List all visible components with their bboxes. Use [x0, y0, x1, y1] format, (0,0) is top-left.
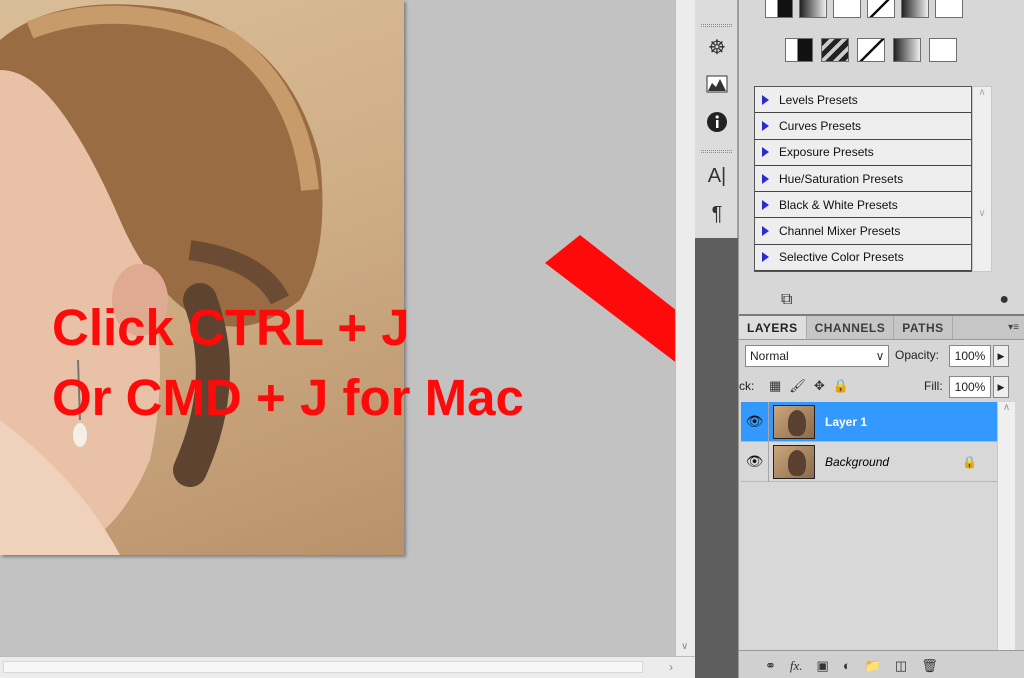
selective-color-icon[interactable]: [929, 38, 957, 62]
tab-layers[interactable]: LAYERS: [739, 316, 807, 339]
posterize-icon[interactable]: [821, 38, 849, 62]
adjustment-icons-row-2: [785, 38, 957, 62]
layer-name: Layer 1: [825, 414, 868, 429]
exposure-icon[interactable]: [867, 0, 895, 18]
layer-thumbnail: [773, 444, 815, 479]
layers-panel: LAYERS CHANNELS PATHS ▾≡ Normal ∨ Opacit…: [739, 314, 1024, 678]
fill-label: Fill:: [924, 379, 943, 393]
layer-thumbnail: [773, 404, 815, 439]
dock-divider: [701, 24, 732, 27]
blend-mode-select[interactable]: Normal ∨: [745, 345, 889, 367]
instruction-text-line-2: Or CMD + J for Mac: [52, 369, 524, 426]
lock-icon: 🔒: [962, 454, 977, 469]
group-icon[interactable]: 📁: [865, 658, 881, 674]
curves-icon[interactable]: [799, 0, 827, 18]
canvas-vertical-scrollbar[interactable]: ∨: [675, 0, 695, 656]
lock-all-icon[interactable]: 🔒: [833, 378, 849, 394]
preset-item[interactable]: Black & White Presets: [755, 192, 971, 219]
lock-options: ▦ 🖌 ✥ 🔒: [769, 378, 849, 394]
layer-name: Background: [825, 454, 890, 469]
photo-image: [0, 0, 404, 555]
panel-dock: ☸ A| ¶: [695, 0, 738, 678]
preset-label: Black & White Presets: [779, 197, 898, 212]
adjustments-footer: ⧉ ●: [739, 288, 1024, 312]
character-icon[interactable]: A|: [703, 162, 731, 190]
balance-icon[interactable]: [833, 0, 861, 18]
expand-triangle-icon: [762, 147, 769, 158]
clip-icon[interactable]: ⧉: [781, 291, 792, 309]
camera-icon[interactable]: [901, 0, 929, 18]
blend-mode-value: Normal: [750, 349, 789, 363]
adjustment-icon[interactable]: ◐: [843, 658, 851, 673]
layer-row-background[interactable]: 👁 Background 🔒: [741, 441, 997, 482]
preset-item[interactable]: Channel Mixer Presets: [755, 218, 971, 245]
presets-scrollbar[interactable]: ∧ ∨: [972, 86, 992, 272]
lock-label: ck:: [739, 379, 755, 393]
threshold-icon[interactable]: [857, 38, 885, 62]
visibility-toggle-icon[interactable]: ●: [999, 291, 1009, 309]
layers-footer: ⚭ fx. ▣ ◐ 📁 ◫ 🗑: [739, 650, 1024, 678]
preset-item[interactable]: Selective Color Presets: [755, 244, 971, 272]
preset-label: Exposure Presets: [779, 145, 874, 160]
expand-triangle-icon: [762, 226, 769, 237]
right-panel-column: Levels Presets Curves Presets Exposure P…: [738, 0, 1024, 678]
gradient-map-icon[interactable]: [893, 38, 921, 62]
opacity-input[interactable]: 100%: [949, 345, 991, 367]
expand-triangle-icon: [762, 120, 769, 131]
instruction-text-line-1: Click CTRL + J: [52, 299, 410, 356]
levels-icon[interactable]: [765, 0, 793, 18]
eye-icon[interactable]: 👁: [741, 401, 769, 442]
expand-triangle-icon: [762, 199, 769, 210]
scroll-thumb[interactable]: [3, 661, 643, 673]
canvas-horizontal-scrollbar[interactable]: ›: [0, 656, 695, 678]
lock-position-icon[interactable]: ✥: [814, 378, 825, 394]
fill-input[interactable]: 100%: [949, 376, 991, 398]
preset-item[interactable]: Hue/Saturation Presets: [755, 165, 971, 193]
expand-triangle-icon: [762, 173, 769, 184]
invert-icon[interactable]: [785, 38, 813, 62]
preset-item[interactable]: Exposure Presets: [755, 139, 971, 166]
document-canvas[interactable]: Click CTRL + J Or CMD + J for Mac: [0, 0, 772, 656]
fill-slider-button[interactable]: ▶: [993, 376, 1009, 398]
histogram-icon[interactable]: [703, 70, 731, 98]
preset-label: Curves Presets: [779, 118, 862, 133]
opacity-label: Opacity:: [895, 348, 940, 362]
adjustment-icons-row-1: [765, 0, 963, 18]
layer-row-layer-1[interactable]: 👁 Layer 1: [741, 401, 997, 442]
preset-label: Levels Presets: [779, 92, 858, 107]
chevron-right-icon[interactable]: ›: [669, 660, 673, 674]
lock-pixels-icon[interactable]: 🖌: [789, 378, 806, 394]
link-icon[interactable]: ⚭: [765, 658, 776, 674]
tab-channels[interactable]: CHANNELS: [807, 316, 895, 339]
chevron-down-icon[interactable]: ∨: [681, 641, 688, 652]
lock-transparency-icon[interactable]: ▦: [769, 378, 781, 394]
info-icon[interactable]: [703, 108, 731, 136]
color-wheel-icon[interactable]: [935, 0, 963, 18]
new-layer-icon[interactable]: ◫: [895, 658, 907, 674]
layer-list: 👁 Layer 1 👁 Background 🔒: [741, 401, 997, 650]
preset-label: Channel Mixer Presets: [779, 224, 901, 239]
fx-icon[interactable]: fx.: [790, 658, 803, 674]
paragraph-icon[interactable]: ¶: [703, 200, 731, 228]
chevron-down-icon: ∨: [875, 349, 885, 363]
preset-label: Hue/Saturation Presets: [779, 171, 904, 186]
dock-divider: [701, 150, 732, 153]
tab-paths[interactable]: PATHS: [894, 316, 953, 339]
panel-menu-icon[interactable]: ▾≡: [1008, 316, 1024, 339]
trash-icon[interactable]: 🗑: [921, 658, 938, 674]
layers-scrollbar[interactable]: ∧: [997, 402, 1015, 650]
eye-icon[interactable]: 👁: [741, 441, 769, 482]
wheel-icon[interactable]: ☸: [703, 33, 731, 61]
mask-icon[interactable]: ▣: [817, 658, 829, 674]
expand-triangle-icon: [762, 94, 769, 105]
opacity-slider-button[interactable]: ▶: [993, 345, 1009, 367]
preset-item[interactable]: Levels Presets: [755, 87, 971, 114]
dock-icon-strip: ☸ A| ¶: [695, 0, 738, 238]
expand-triangle-icon: [762, 252, 769, 263]
adjustment-presets-list: Levels Presets Curves Presets Exposure P…: [754, 86, 972, 272]
preset-item[interactable]: Curves Presets: [755, 113, 971, 140]
preset-label: Selective Color Presets: [779, 250, 904, 265]
panel-tabs: LAYERS CHANNELS PATHS ▾≡: [739, 316, 1024, 340]
